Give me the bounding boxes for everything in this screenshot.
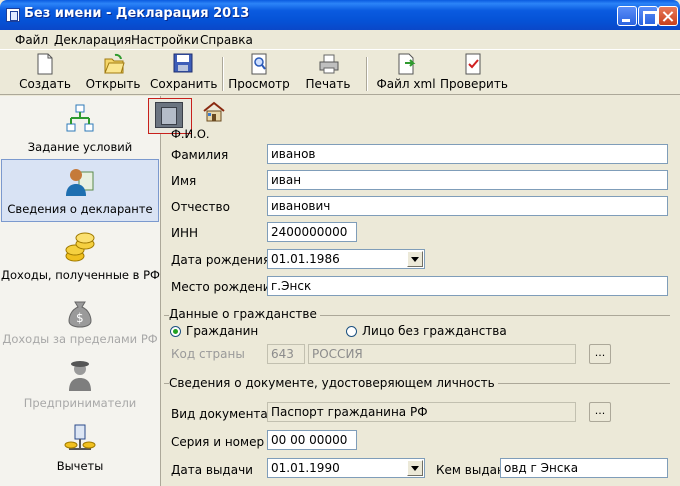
menu-file[interactable]: Файл xyxy=(15,33,48,47)
declarant-form: Ф.И.О. Фамилия иванов Имя иван Отчество … xyxy=(148,96,680,486)
series-field[interactable]: 00 00 00000 xyxy=(267,430,357,450)
surname-label: Фамилия xyxy=(171,148,229,162)
inn-label: ИНН xyxy=(171,226,199,240)
nav-item-income-rf[interactable]: Доходы, полученные в РФ xyxy=(1,226,160,289)
nav-item-conditions[interactable]: Задание условий xyxy=(1,98,159,161)
nav-item-income-abroad[interactable]: $ Доходы за пределами РФ xyxy=(1,290,159,353)
birthdate-label: Дата рождения xyxy=(171,253,271,267)
left-navigation: Задание условий Сведения о декларанте До… xyxy=(0,96,161,486)
nav-item-declarant[interactable]: Сведения о декларанте xyxy=(1,159,159,222)
preview-label: Просмотр xyxy=(228,77,290,91)
title-bar: Без имени - Декларация 2013 xyxy=(0,0,680,30)
create-button[interactable]: Создать xyxy=(14,53,76,93)
checklist-icon xyxy=(463,53,483,75)
new-document-icon xyxy=(35,53,55,75)
money-bag-icon: $ xyxy=(63,296,97,328)
person-icon xyxy=(63,166,97,198)
preview-icon xyxy=(249,53,269,75)
print-button[interactable]: Печать xyxy=(300,53,356,93)
surname-field[interactable]: иванов xyxy=(267,144,668,164)
stateless-radio[interactable] xyxy=(346,326,357,337)
xml-export-icon xyxy=(396,53,416,75)
tab-address[interactable] xyxy=(202,100,226,124)
doc-type-browse-button[interactable]: ... xyxy=(589,402,611,422)
doc-type-label: Вид документа xyxy=(171,407,268,421)
nav-item-entrepreneurs[interactable]: Предприниматели xyxy=(1,354,159,417)
xml-file-label: Файл xml xyxy=(376,77,436,91)
open-folder-icon xyxy=(103,53,125,75)
nav-item-label: Задание условий xyxy=(27,140,133,154)
close-button[interactable] xyxy=(658,6,678,26)
menu-settings[interactable]: Настройки xyxy=(131,33,199,47)
name-field[interactable]: иван xyxy=(267,170,668,190)
country-code-label: Код страны xyxy=(171,347,245,361)
birthdate-picker[interactable]: 01.01.1986 xyxy=(267,249,425,269)
svg-text:$: $ xyxy=(76,311,84,325)
series-label: Серия и номер xyxy=(171,435,265,449)
chevron-down-icon[interactable] xyxy=(407,251,423,267)
house-icon xyxy=(203,101,225,122)
menu-declaration[interactable]: Декларация xyxy=(54,33,131,47)
nav-item-label: Предприниматели xyxy=(23,396,137,410)
fio-tab-label: Ф.И.О. xyxy=(171,127,210,141)
preview-button[interactable]: Просмотр xyxy=(228,53,290,93)
maximize-button[interactable] xyxy=(638,6,658,26)
save-button[interactable]: Сохранить xyxy=(150,53,218,93)
print-label: Печать xyxy=(305,77,351,91)
save-label: Сохранить xyxy=(150,77,218,91)
check-button[interactable]: Проверить xyxy=(440,53,508,93)
citizenship-title: Данные о гражданстве xyxy=(169,307,320,321)
entrepreneur-icon xyxy=(63,360,97,392)
country-code-field: 643 xyxy=(267,344,305,364)
nav-item-deductions[interactable]: Вычеты xyxy=(1,417,159,480)
calculator-scales-icon xyxy=(63,423,97,455)
printer-icon xyxy=(318,53,339,75)
window-title: Без имени - Декларация 2013 xyxy=(24,6,250,21)
menu-bar: Файл Декларация Настройки Справка xyxy=(0,30,680,50)
toolbar-separator xyxy=(366,57,368,91)
minimize-button[interactable] xyxy=(617,6,637,26)
country-name-field: РОССИЯ xyxy=(308,344,576,364)
stateless-label: Лицо без гражданства xyxy=(362,324,507,338)
check-label: Проверить xyxy=(440,77,508,91)
issue-date-label: Дата выдачи xyxy=(171,463,253,477)
create-label: Создать xyxy=(19,77,71,91)
nav-item-label: Доходы за пределами РФ xyxy=(2,332,158,346)
document-title: Сведения о документе, удостоверяющем лич… xyxy=(169,376,498,390)
birthdate-value: 01.01.1986 xyxy=(271,252,340,266)
doc-type-field: Паспорт гражданина РФ xyxy=(267,402,576,422)
country-browse-button[interactable]: ... xyxy=(589,344,611,364)
conditions-tree-icon xyxy=(63,104,97,136)
issued-by-label: Кем выдан xyxy=(436,463,505,477)
toolbar: Создать Открыть Сохранить Просмотр Печат… xyxy=(0,51,680,95)
birthplace-field[interactable]: г.Энск xyxy=(267,276,668,296)
citizen-radio[interactable] xyxy=(170,326,181,337)
birthplace-label: Место рождения xyxy=(171,280,278,294)
id-card-icon xyxy=(155,102,183,128)
xml-file-button[interactable]: Файл xml xyxy=(376,53,436,93)
open-label: Открыть xyxy=(85,77,141,91)
open-button[interactable]: Открыть xyxy=(82,53,144,93)
chevron-down-icon[interactable] xyxy=(407,460,423,476)
menu-help[interactable]: Справка xyxy=(200,33,253,47)
nav-item-label: Вычеты xyxy=(56,459,104,473)
name-label: Имя xyxy=(171,174,197,188)
section-tabs: Ф.И.О. xyxy=(148,96,680,141)
app-icon xyxy=(6,8,20,22)
toolbar-separator xyxy=(222,57,224,91)
citizen-label: Гражданин xyxy=(186,324,259,338)
floppy-disk-icon xyxy=(173,53,193,75)
patronymic-label: Отчество xyxy=(171,200,230,214)
patronymic-field[interactable]: иванович xyxy=(267,196,668,216)
issue-date-value: 01.01.1990 xyxy=(271,461,340,475)
issued-by-field[interactable]: овд г Энска xyxy=(500,458,668,478)
nav-item-label: Доходы, полученные в РФ xyxy=(1,268,160,282)
inn-field[interactable]: 2400000000 xyxy=(267,222,357,242)
nav-item-label: Сведения о декларанте xyxy=(7,202,153,216)
coins-icon xyxy=(63,232,97,264)
issue-date-picker[interactable]: 01.01.1990 xyxy=(267,458,425,478)
